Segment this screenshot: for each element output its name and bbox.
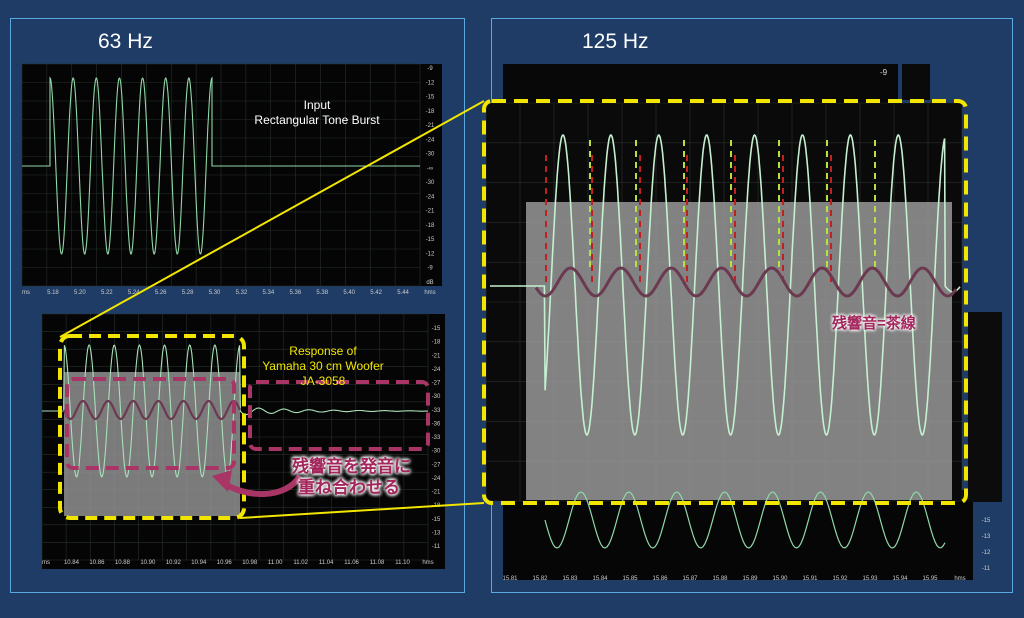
- input-db-tick: -24: [426, 194, 435, 200]
- input-time-tick: 5.44: [397, 290, 409, 296]
- response-time-tick: 11.04: [319, 560, 334, 566]
- input-time-axis: ms 5.18 5.20 5.22 5.24 5.26 5.28 5.30 5.32 5.34 5.…: [22, 290, 436, 296]
- response-db-tick: -36: [432, 421, 441, 427]
- zoom-time-tick: 15.85: [622, 576, 638, 582]
- input-db-tick: -12: [426, 80, 435, 86]
- input-time-tick: 5.20: [74, 290, 86, 296]
- input-db-tick: -9: [427, 266, 433, 272]
- response-label: Response of Yamaha 30 cm Woofer JA-3058: [248, 344, 398, 389]
- input-db-tick: -15: [426, 95, 435, 101]
- zoom-top-tick: -9: [880, 68, 888, 77]
- input-db-tick: -18: [426, 109, 435, 115]
- zoom-time-tick: 15.83: [562, 576, 578, 582]
- zoom-time-tick: 15.89: [742, 576, 758, 582]
- response-time-tick: 10.98: [242, 560, 258, 566]
- response-time-tick: 10.84: [64, 560, 80, 566]
- input-time-tick: 5.38: [316, 290, 328, 296]
- input-db-tick: -30: [426, 180, 435, 186]
- input-label-line2: Rectangular Tone Burst: [254, 113, 380, 127]
- response-db-tick: -15: [432, 517, 441, 523]
- zoom-time-tick: 15.86: [652, 576, 668, 582]
- input-db-tick: -24: [426, 137, 435, 143]
- response-db-tick: -33: [432, 435, 441, 441]
- input-time-tick: 5.36: [289, 290, 301, 296]
- zoom-right-tick: -11: [982, 566, 991, 572]
- response-time-tick: 11.08: [370, 560, 385, 566]
- zoom-time-tick: 15.92: [832, 576, 848, 582]
- overlay-annotation-line1: 残響音を発音に: [292, 457, 411, 476]
- zoom-time-tick: 15.81: [502, 576, 518, 582]
- response-time-tick: 11.06: [344, 560, 359, 566]
- input-db-tick: -21: [426, 209, 435, 215]
- input-time-tick: 5.32: [236, 290, 248, 296]
- input-time-tick: 5.26: [155, 290, 167, 296]
- response-time-tick: 10.92: [166, 560, 182, 566]
- response-time-tick: ms: [42, 560, 50, 566]
- response-db-tick: -30: [432, 449, 441, 455]
- zoom-time-tick: 15.90: [772, 576, 788, 582]
- response-db-tick: -18: [432, 340, 441, 346]
- response-time-tick: hms: [422, 560, 433, 566]
- zoom-time-tick: 15.95: [922, 576, 938, 582]
- zoom-right-tick: -13: [982, 534, 991, 540]
- response-db-tick: -30: [432, 394, 441, 400]
- overlay-annotation: 残響音を発音に 重ね合わせる: [292, 456, 452, 498]
- zoom-time-tick: 15.84: [592, 576, 608, 582]
- response-db-tick: -33: [432, 408, 441, 414]
- response-db-tick: -15: [432, 326, 441, 332]
- response-label-line1: Response of: [289, 344, 357, 358]
- input-db-tick: -9: [427, 66, 433, 72]
- input-time-tick: 5.34: [263, 290, 275, 296]
- response-time-tick: 10.88: [115, 560, 131, 566]
- response-db-tick: -27: [432, 381, 441, 387]
- response-time-tick: 10.94: [191, 560, 207, 566]
- input-db-tick: -12: [426, 251, 435, 257]
- input-time-tick: 5.18: [47, 290, 59, 296]
- response-db-tick: -11: [432, 544, 441, 550]
- zoom-right-axis: -15 -13 -12 -11: [982, 518, 991, 572]
- input-db-tick: -30: [426, 152, 435, 158]
- zoom-time-tick: hms: [954, 576, 965, 582]
- input-db-tick: -∞: [427, 166, 433, 172]
- input-time-tick: 5.40: [343, 290, 355, 296]
- response-db-tick: -24: [432, 367, 441, 373]
- input-db-tick: -18: [426, 223, 435, 229]
- diagram-canvas: -9 -12 -15 -18 -21 -24 -30 -∞ -30 -24 -21 -18 -15 -12…: [21, 63, 1002, 582]
- input-time-tick: 5.42: [370, 290, 382, 296]
- zoom-time-tick: 15.88: [712, 576, 728, 582]
- response-label-line2: Yamaha 30 cm Woofer: [262, 359, 384, 373]
- response-db-tick: -13: [432, 530, 441, 536]
- input-time-tick: ms: [22, 290, 30, 296]
- input-label: Input Rectangular Tone Burst: [232, 98, 402, 128]
- response-label-line3: JA-3058: [300, 374, 346, 388]
- zoom-time-tick: 15.87: [682, 576, 698, 582]
- response-time-tick: 10.90: [140, 560, 156, 566]
- response-db-tick: -21: [432, 353, 441, 359]
- response-time-tick: 11.10: [395, 560, 410, 566]
- overlay-annotation-line2: 重ね合わせる: [298, 478, 400, 497]
- zoom-time-tick: 15.93: [862, 576, 878, 582]
- zoom-right-tick: -15: [982, 518, 991, 524]
- response-time-tick: 11.00: [268, 560, 283, 566]
- zoom-time-tick: 15.91: [802, 576, 818, 582]
- zoom-time-tick: 15.82: [532, 576, 548, 582]
- input-time-tick: 5.28: [182, 290, 194, 296]
- response-time-tick: 10.96: [217, 560, 233, 566]
- overlay-gray-region: [64, 372, 240, 516]
- response-time-tick: 11.02: [293, 560, 308, 566]
- response-time-tick: 10.86: [89, 560, 105, 566]
- input-label-line1: Input: [303, 98, 331, 112]
- input-db-tick: dB: [426, 280, 433, 286]
- input-time-tick: 5.22: [101, 290, 113, 296]
- input-db-tick: -15: [426, 237, 435, 243]
- input-time-tick: 5.30: [209, 290, 221, 296]
- zoom-time-tick: 15.94: [892, 576, 908, 582]
- input-time-tick: hms: [424, 290, 435, 296]
- residual-annotation: 残響音=茶線: [832, 315, 916, 332]
- zoom-right-tick: -12: [982, 550, 991, 556]
